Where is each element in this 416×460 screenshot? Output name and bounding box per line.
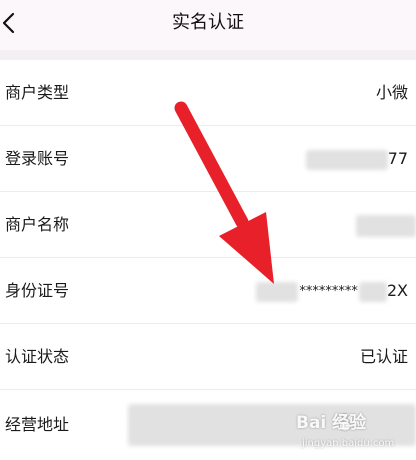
merchant-type-row: 商户类型 小微	[0, 60, 416, 126]
section-gap	[0, 50, 416, 60]
navigation-bar: 实名认证	[0, 0, 416, 50]
merchant-type-label: 商户类型	[5, 83, 70, 102]
business-address-label: 经营地址	[5, 415, 70, 434]
id-number-row: 身份证号 ********* 2X	[0, 258, 416, 324]
merchant-name-value	[356, 213, 416, 237]
merchant-name-label: 商户名称	[5, 215, 70, 234]
watermark-brand: Bai 经验	[296, 413, 367, 433]
page-title: 实名认证	[172, 12, 244, 33]
redacted-block	[356, 214, 416, 237]
redacted-block	[305, 149, 388, 170]
login-account-row: 登录账号 77	[0, 126, 416, 192]
verification-status-label: 认证状态	[5, 347, 70, 366]
verification-status-value: 已认证	[359, 347, 408, 366]
baidu-jingyan-watermark: Bai 经验 jingyan.baidu.com	[296, 408, 414, 458]
login-account-value: 77	[305, 147, 408, 171]
redacted-block	[256, 281, 299, 302]
id-number-suffix: 2X	[386, 281, 408, 300]
merchant-name-row: 商户名称	[0, 192, 416, 258]
redacted-block	[358, 281, 387, 302]
id-number-value: ********* 2X	[256, 279, 408, 304]
verification-status-row: 认证状态 已认证	[0, 324, 416, 390]
id-number-mask: *********	[299, 283, 358, 299]
login-account-suffix: 77	[387, 149, 408, 168]
id-number-label: 身份证号	[5, 281, 70, 300]
watermark-url: jingyan.baidu.com	[302, 438, 395, 449]
login-account-label: 登录账号	[5, 149, 70, 168]
merchant-type-value: 小微	[375, 83, 408, 102]
